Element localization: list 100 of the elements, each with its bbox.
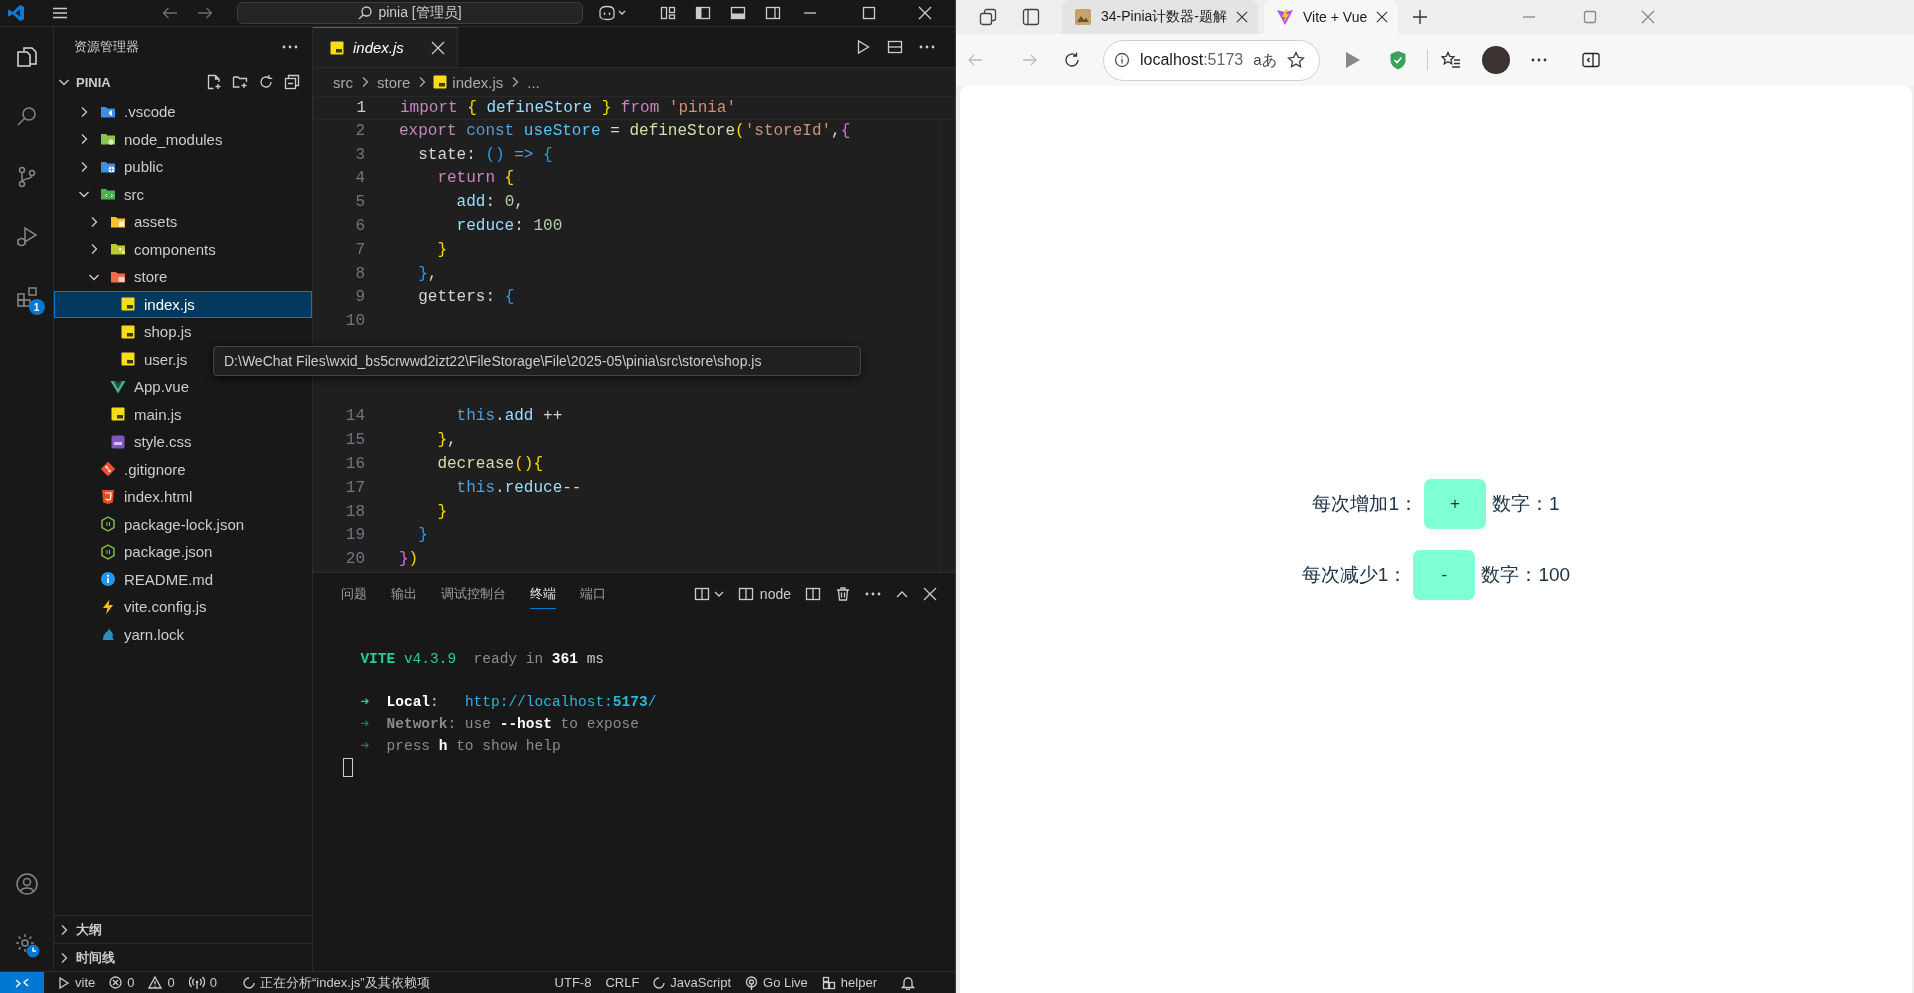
- file-item[interactable]: README.md: [54, 565, 312, 593]
- address-bar[interactable]: localhost:5173 aあ: [1103, 39, 1320, 81]
- more-actions-icon[interactable]: [282, 44, 298, 49]
- panel-tab[interactable]: 端口: [580, 579, 606, 609]
- new-file-icon[interactable]: [206, 74, 222, 90]
- editor-tab[interactable]: index.js: [313, 27, 458, 67]
- more-actions-icon[interactable]: [865, 592, 881, 596]
- code-line: decrease(){: [436, 453, 544, 475]
- folder-item[interactable]: node_modules: [54, 125, 312, 153]
- file-item[interactable]: .gitignore: [54, 455, 312, 483]
- more-actions-icon[interactable]: [919, 45, 935, 49]
- file-item[interactable]: index.js: [54, 290, 312, 318]
- file-item[interactable]: package-lock.json: [54, 510, 312, 538]
- folder-item[interactable]: store: [54, 263, 312, 291]
- file-item[interactable]: vite.config.js: [54, 593, 312, 621]
- status-item[interactable]: JavaScript: [653, 975, 732, 990]
- close-icon[interactable]: [918, 6, 932, 20]
- shield-icon[interactable]: [1388, 50, 1407, 70]
- browser-tab[interactable]: 34-Pinia计数器-题解: [1062, 0, 1259, 34]
- status-item[interactable]: helper: [821, 975, 877, 990]
- split-terminal-icon[interactable]: [693, 586, 710, 602]
- sidebar-icon[interactable]: [1581, 52, 1600, 68]
- section-header[interactable]: 大纲: [54, 915, 312, 943]
- new-tab-icon[interactable]: [1412, 9, 1429, 25]
- play-icon[interactable]: [1344, 51, 1361, 69]
- remote-button[interactable]: [0, 972, 44, 993]
- status-item[interactable]: CRLF: [605, 975, 640, 990]
- maximize-icon[interactable]: [862, 6, 876, 20]
- account-icon[interactable]: [14, 872, 39, 896]
- layout-icon[interactable]: [660, 5, 676, 21]
- status-item[interactable]: 0: [148, 975, 175, 990]
- panel-tab[interactable]: 问题: [341, 579, 367, 609]
- counter-button[interactable]: +: [1424, 479, 1486, 529]
- bottom-panel-icon[interactable]: [730, 5, 746, 21]
- folder-item[interactable]: public: [54, 153, 312, 181]
- file-item[interactable]: style.css: [54, 428, 312, 456]
- collapse-all-icon[interactable]: [284, 74, 300, 90]
- breadcrumb-item[interactable]: ...: [525, 73, 542, 91]
- tab-actions-icon[interactable]: [1022, 8, 1040, 26]
- refresh-icon[interactable]: [1063, 51, 1081, 69]
- workspaces-icon[interactable]: [979, 8, 997, 26]
- browser-tab[interactable]: Vite + Vue: [1264, 0, 1399, 34]
- caret-down-icon[interactable]: [713, 591, 724, 597]
- close-panel-icon[interactable]: [923, 587, 937, 601]
- panel-tab[interactable]: 输出: [391, 579, 417, 609]
- breadcrumb-item[interactable]: src: [331, 73, 355, 91]
- left-sidebar-icon[interactable]: [695, 5, 711, 21]
- file-item[interactable]: yarn.lock: [54, 620, 312, 648]
- split-terminal-icon[interactable]: [805, 586, 821, 602]
- status-item[interactable]: 正在分析“index.js”及其依赖项: [242, 973, 430, 992]
- favorite-star-icon[interactable]: [1286, 51, 1305, 69]
- yarn-file-icon: [100, 626, 116, 643]
- status-item[interactable]: Go Live: [745, 975, 808, 990]
- helper-icon: [821, 975, 836, 990]
- status-item[interactable]: vite: [58, 975, 96, 990]
- split-editor-icon[interactable]: [887, 39, 903, 55]
- run-icon[interactable]: [855, 39, 871, 55]
- new-folder-icon[interactable]: [232, 74, 248, 90]
- files-icon[interactable]: [14, 45, 39, 69]
- file-item[interactable]: index.html: [54, 483, 312, 511]
- menu-icon[interactable]: [52, 5, 68, 21]
- folder-item[interactable]: src: [54, 180, 312, 208]
- read-aloud-button[interactable]: aあ: [1253, 50, 1277, 70]
- error-icon: [109, 976, 123, 989]
- breadcrumb-item[interactable]: index.js: [450, 73, 506, 91]
- folder-item[interactable]: assets: [54, 208, 312, 236]
- terminal-selector[interactable]: node: [737, 586, 791, 602]
- folder-item[interactable]: .vscode: [54, 98, 312, 126]
- play-bug-icon[interactable]: [14, 225, 39, 249]
- refresh-icon[interactable]: [258, 74, 274, 90]
- bolt-icon: [100, 598, 116, 615]
- close-tab-icon[interactable]: [1376, 11, 1389, 23]
- command-center[interactable]: pinia [管理员]: [237, 2, 583, 24]
- trash-icon[interactable]: [835, 586, 851, 602]
- folder-icon: [110, 241, 126, 258]
- code-line: }: [436, 239, 447, 261]
- favorites-icon[interactable]: [1440, 51, 1461, 69]
- robot-face-icon[interactable]: [598, 5, 628, 21]
- profile-avatar[interactable]: [1481, 46, 1510, 74]
- status-item[interactable]: 0: [109, 975, 135, 990]
- back-arrow-icon[interactable]: [162, 5, 178, 21]
- bell-icon[interactable]: [901, 975, 915, 990]
- panel-tab[interactable]: 终端: [530, 579, 556, 609]
- counter-button[interactable]: -: [1413, 550, 1476, 600]
- breadcrumb-item[interactable]: store: [375, 73, 413, 91]
- file-item[interactable]: main.js: [54, 400, 312, 428]
- forward-arrow-icon[interactable]: [197, 5, 213, 21]
- project-header[interactable]: PINIA: [54, 66, 312, 98]
- panel-tab[interactable]: 调试控制台: [441, 579, 506, 609]
- extensions-icon[interactable]: [14, 285, 39, 309]
- more-icon[interactable]: [1530, 58, 1547, 62]
- file-item[interactable]: package.json: [54, 538, 312, 566]
- right-sidebar-icon[interactable]: [765, 5, 781, 21]
- close-tab-icon[interactable]: [1236, 11, 1249, 23]
- file-item[interactable]: App.vue: [54, 373, 312, 401]
- file-item[interactable]: shop.js: [54, 318, 312, 346]
- status-item[interactable]: UTF-8: [554, 975, 592, 990]
- folder-item[interactable]: components: [54, 235, 312, 263]
- settings-icon[interactable]: [13, 932, 40, 958]
- status-item[interactable]: 0: [188, 975, 217, 990]
